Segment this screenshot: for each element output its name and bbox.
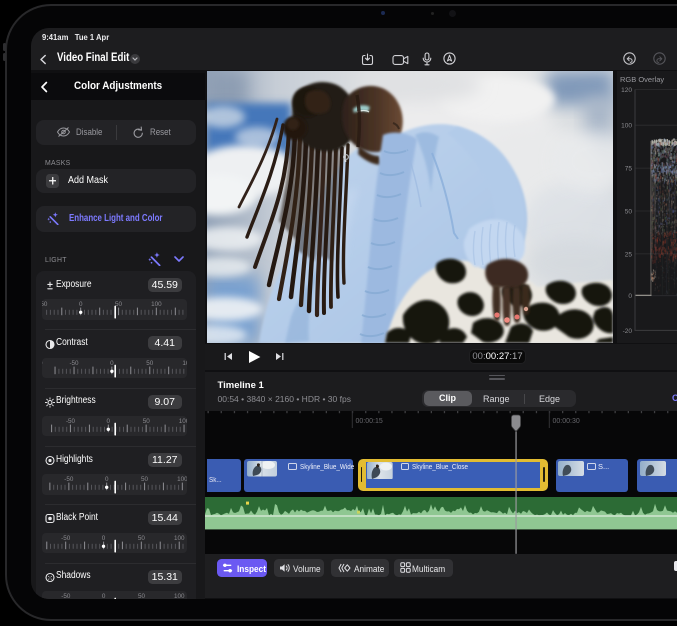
svg-text:-50: -50 xyxy=(69,360,79,367)
svg-text:50: 50 xyxy=(115,301,123,308)
svg-text:50: 50 xyxy=(143,418,151,425)
svg-text:100: 100 xyxy=(182,360,187,367)
svg-text:25: 25 xyxy=(625,251,633,258)
svg-text:-50: -50 xyxy=(61,593,71,599)
svg-text:100: 100 xyxy=(179,418,187,425)
svg-text:00:00:15: 00:00:15 xyxy=(356,418,383,425)
svg-text:0: 0 xyxy=(102,593,106,599)
svg-text:100: 100 xyxy=(151,301,162,308)
svg-text:00:00:30: 00:00:30 xyxy=(553,418,580,425)
svg-text:120: 120 xyxy=(621,86,632,93)
svg-text:50: 50 xyxy=(146,360,154,367)
svg-text:0: 0 xyxy=(105,476,109,483)
svg-text:100: 100 xyxy=(177,476,187,483)
svg-text:0: 0 xyxy=(110,360,114,367)
svg-text:-50: -50 xyxy=(64,476,74,483)
svg-text:100: 100 xyxy=(621,122,632,129)
svg-text:0: 0 xyxy=(107,418,111,425)
svg-text:0: 0 xyxy=(628,293,632,300)
svg-text:50: 50 xyxy=(141,476,149,483)
svg-text:100: 100 xyxy=(174,593,185,599)
svg-text:-50: -50 xyxy=(61,535,71,542)
svg-text:50: 50 xyxy=(138,535,146,542)
svg-text:-100: -100 xyxy=(42,360,43,367)
svg-text:100: 100 xyxy=(174,535,185,542)
svg-text:50: 50 xyxy=(138,593,146,599)
svg-text:0: 0 xyxy=(102,535,106,542)
svg-text:-20: -20 xyxy=(623,327,633,334)
svg-text:50: 50 xyxy=(625,208,633,215)
svg-text:75: 75 xyxy=(625,165,633,172)
svg-text:-50: -50 xyxy=(66,418,76,425)
svg-text:-50: -50 xyxy=(42,301,48,308)
svg-text:0: 0 xyxy=(79,301,83,308)
